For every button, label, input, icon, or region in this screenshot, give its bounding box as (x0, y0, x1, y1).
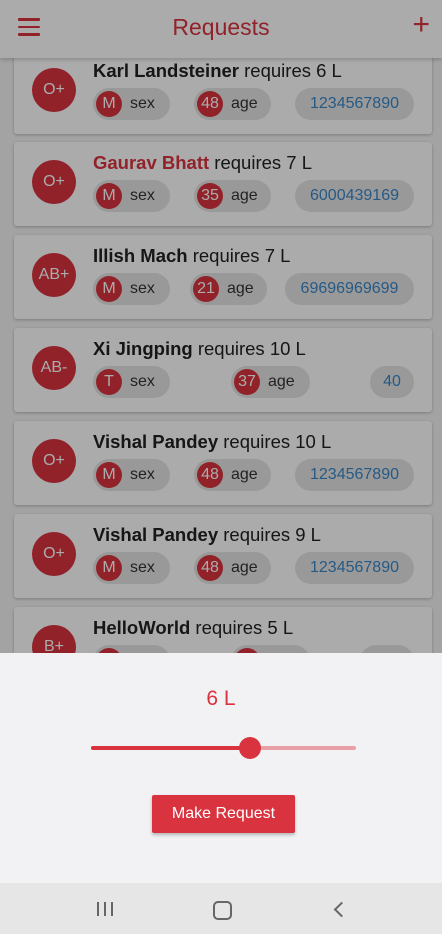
modal-scrim[interactable] (0, 0, 442, 653)
amount-value: 6 L (206, 687, 236, 710)
make-request-button[interactable]: Make Request (152, 795, 295, 833)
back-icon[interactable] (333, 901, 350, 918)
request-bottom-sheet: 6 L Make Request (0, 653, 442, 883)
recents-icon[interactable] (96, 902, 114, 916)
system-nav-bar (0, 883, 442, 934)
slider-thumb[interactable] (239, 737, 261, 759)
amount-slider[interactable] (91, 737, 356, 759)
slider-fill (91, 746, 250, 750)
home-icon[interactable] (213, 901, 232, 920)
